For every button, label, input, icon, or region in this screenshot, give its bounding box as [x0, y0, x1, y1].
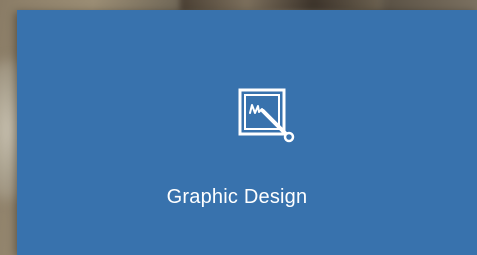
tile-label: Graphic Design: [17, 186, 477, 209]
page: Graphic Design: [0, 0, 477, 255]
tile-label-text: Graphic Design: [166, 186, 308, 208]
graphic-design-icon: [234, 86, 304, 156]
service-tile-graphic-design[interactable]: Graphic Design: [17, 10, 477, 255]
